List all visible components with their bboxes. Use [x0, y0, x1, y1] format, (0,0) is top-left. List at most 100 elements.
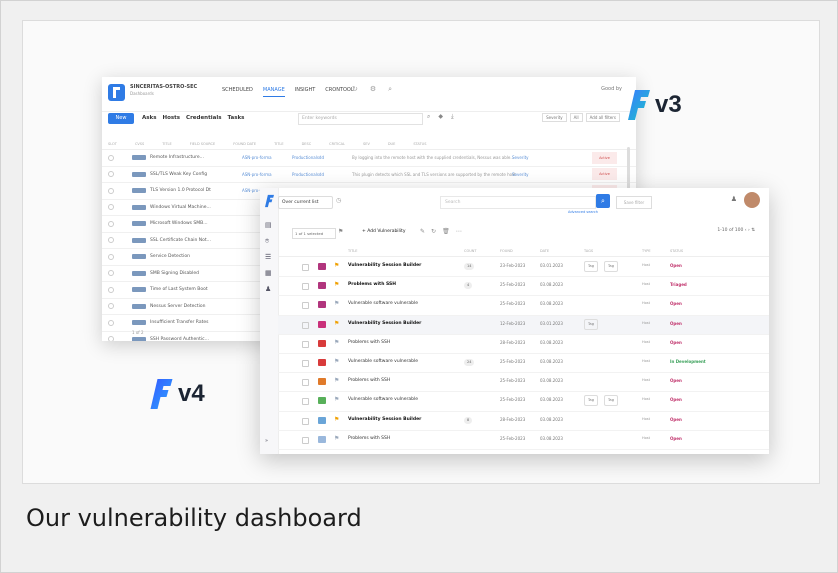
caption: Our vulnerability dashboard — [26, 504, 362, 532]
row-found: 25-Feb-2023 — [500, 301, 526, 307]
tag-icon: ◆ — [438, 113, 443, 120]
v4-page-info: 1-10 of 100 ‹ › ⇅ — [717, 228, 755, 233]
delete-icon: 🗑 — [442, 228, 450, 235]
severity-square — [318, 263, 326, 270]
table-row: ⚑ Vulnerable software vulnerable 24 25-Feb-… — [278, 354, 769, 374]
severity-tag — [132, 155, 146, 161]
row-found: 25-Feb-2023 — [500, 282, 526, 288]
v4-sidebar: ▤ ⌾ ☰ ▦ ♟ » — [260, 188, 279, 454]
row-radio — [108, 204, 114, 211]
row-date: 03.01.2023 — [540, 320, 563, 326]
row-found: 25-Feb-2023 — [500, 378, 526, 384]
refresh-icon: ↻ — [431, 228, 437, 235]
v3-toolbar-icons: ↻ ⚙ ⌕ — [352, 85, 392, 94]
v3-search-input: Enter keywords — [298, 113, 423, 125]
row-checkbox — [302, 398, 309, 406]
v3-action-bar: New Asks Hosts Credentials Tasks Enter k… — [102, 113, 636, 127]
row-type: Host — [642, 320, 650, 325]
avatar — [744, 192, 760, 208]
severity-square — [318, 282, 326, 290]
v3-badge: v3 — [628, 90, 682, 120]
flag-icon: ⚑ — [334, 434, 340, 442]
v4-filter-select: Over current list — [278, 196, 333, 209]
flag-icon: ⚑ — [334, 415, 340, 423]
row-radio — [108, 253, 114, 260]
row-checkbox — [302, 359, 309, 367]
row-found: 12-Feb-2023 — [500, 320, 526, 326]
row-tag: Tag — [604, 395, 618, 407]
v3-column-header: SEV — [363, 142, 370, 146]
row-radio — [108, 336, 114, 341]
row-found: 23-Feb-2023 — [500, 263, 526, 268]
row-radio — [108, 319, 114, 326]
report-icon: ▦ — [265, 269, 272, 277]
row-radio — [108, 286, 114, 293]
flag-icon: ⚑ — [338, 228, 344, 235]
severity-square — [318, 301, 326, 309]
row-title: Vulnerable software vulnerable — [348, 358, 419, 364]
flag-icon: ⚑ — [334, 357, 340, 365]
v3-column-header: FIELD SOURCE — [189, 142, 216, 146]
row-checkbox — [302, 283, 309, 291]
row-title: Insufficient Transfer Rates — [150, 320, 209, 326]
v4-page-count: 1-10 of 100 — [717, 228, 744, 233]
v4-column-header: TAGS — [584, 249, 594, 253]
v4-badge: v4 — [150, 379, 205, 409]
table-row: ⚑ Problems with SSH 28-Feb-2023 03.08.2023 H… — [278, 335, 769, 354]
status-badge: Open — [670, 416, 682, 422]
v3-column-header: CRITICAL — [329, 142, 346, 146]
row-tag: Tag — [604, 261, 618, 272]
v3-view-selectors: Severity All Add all filters — [542, 113, 620, 122]
status-badge: Active — [592, 168, 617, 181]
v3-logo-icon — [108, 84, 125, 101]
status-badge: Open — [670, 435, 682, 441]
row-date: Productionalsdd — [292, 171, 325, 177]
dashboard-hero-image: SINCERITAS-OSTRO-SEC Dashboards SCHEDULE… — [22, 20, 820, 484]
v3-selector: Add all filters — [585, 113, 620, 122]
row-link: ASN-pro-forma — [242, 155, 272, 161]
f-logo-icon — [150, 379, 173, 409]
v3-column-header: TITLE — [274, 142, 284, 146]
severity-tag — [132, 254, 146, 260]
row-title: Service Detection — [150, 254, 190, 260]
severity-square — [318, 320, 326, 328]
flag-icon: ⚑ — [334, 281, 340, 289]
v4-column-header: COUNT — [464, 249, 477, 253]
v4-column-header: FOUND — [500, 249, 513, 253]
row-type: Host — [642, 378, 650, 383]
row-link: ASN-pro-forma — [242, 171, 272, 177]
v3-new-button: New — [108, 113, 134, 124]
severity-tag — [132, 303, 146, 309]
v3-tab: Asks — [142, 115, 157, 121]
flag-icon: ⚑ — [334, 338, 340, 346]
status-badge: Open — [670, 397, 682, 403]
v3-org-sub: Dashboards — [130, 91, 154, 96]
row-title: Problems with SSH — [348, 282, 397, 288]
v3-selector: Severity — [542, 113, 567, 122]
v4-selection-select: 1 of 1 selected — [292, 228, 336, 239]
people-icon: ♟ — [265, 285, 272, 293]
v4-table-header: TITLE COUNT FOUND DATE TAGS TYPE STATUS — [278, 246, 769, 257]
v3-header: SINCERITAS-OSTRO-SEC Dashboards SCHEDULE… — [102, 77, 636, 112]
row-type: Host — [642, 301, 650, 306]
row-found: 25-Feb-2023 — [500, 435, 526, 441]
table-row: ⚑ Problems with SSH 4 25-Feb-2023 03.08.2023… — [278, 277, 769, 297]
severity-square — [318, 397, 326, 405]
v4-search-input: Search — [440, 196, 596, 209]
v4-advanced-search: Advanced search — [568, 210, 599, 214]
v3-column-header: DUE — [387, 142, 396, 146]
row-found: 25-Feb-2023 — [500, 397, 526, 403]
v3-pager: 1 of 2 — [132, 330, 144, 335]
row-date: 03.08.2023 — [540, 358, 563, 364]
status-badge: Open — [670, 378, 682, 384]
table-row: SSL/TLS Weak Key Config ASN-pro-forma Prod… — [102, 167, 636, 183]
row-title: Problems with SSH — [348, 435, 391, 441]
row-radio — [108, 237, 114, 244]
v3-tab: Tasks — [227, 115, 245, 121]
v4-add-vulnerability: + Add Vulnerability — [362, 229, 406, 234]
v3-nav-item: INSIGHT — [294, 87, 316, 93]
status-badge: Open — [670, 339, 682, 345]
row-severity: Severity — [512, 155, 529, 161]
v4-action-bar: 1 of 1 selected ⚑ + Add Vulnerability ✎ … — [278, 226, 769, 240]
row-type: Host — [642, 397, 650, 402]
